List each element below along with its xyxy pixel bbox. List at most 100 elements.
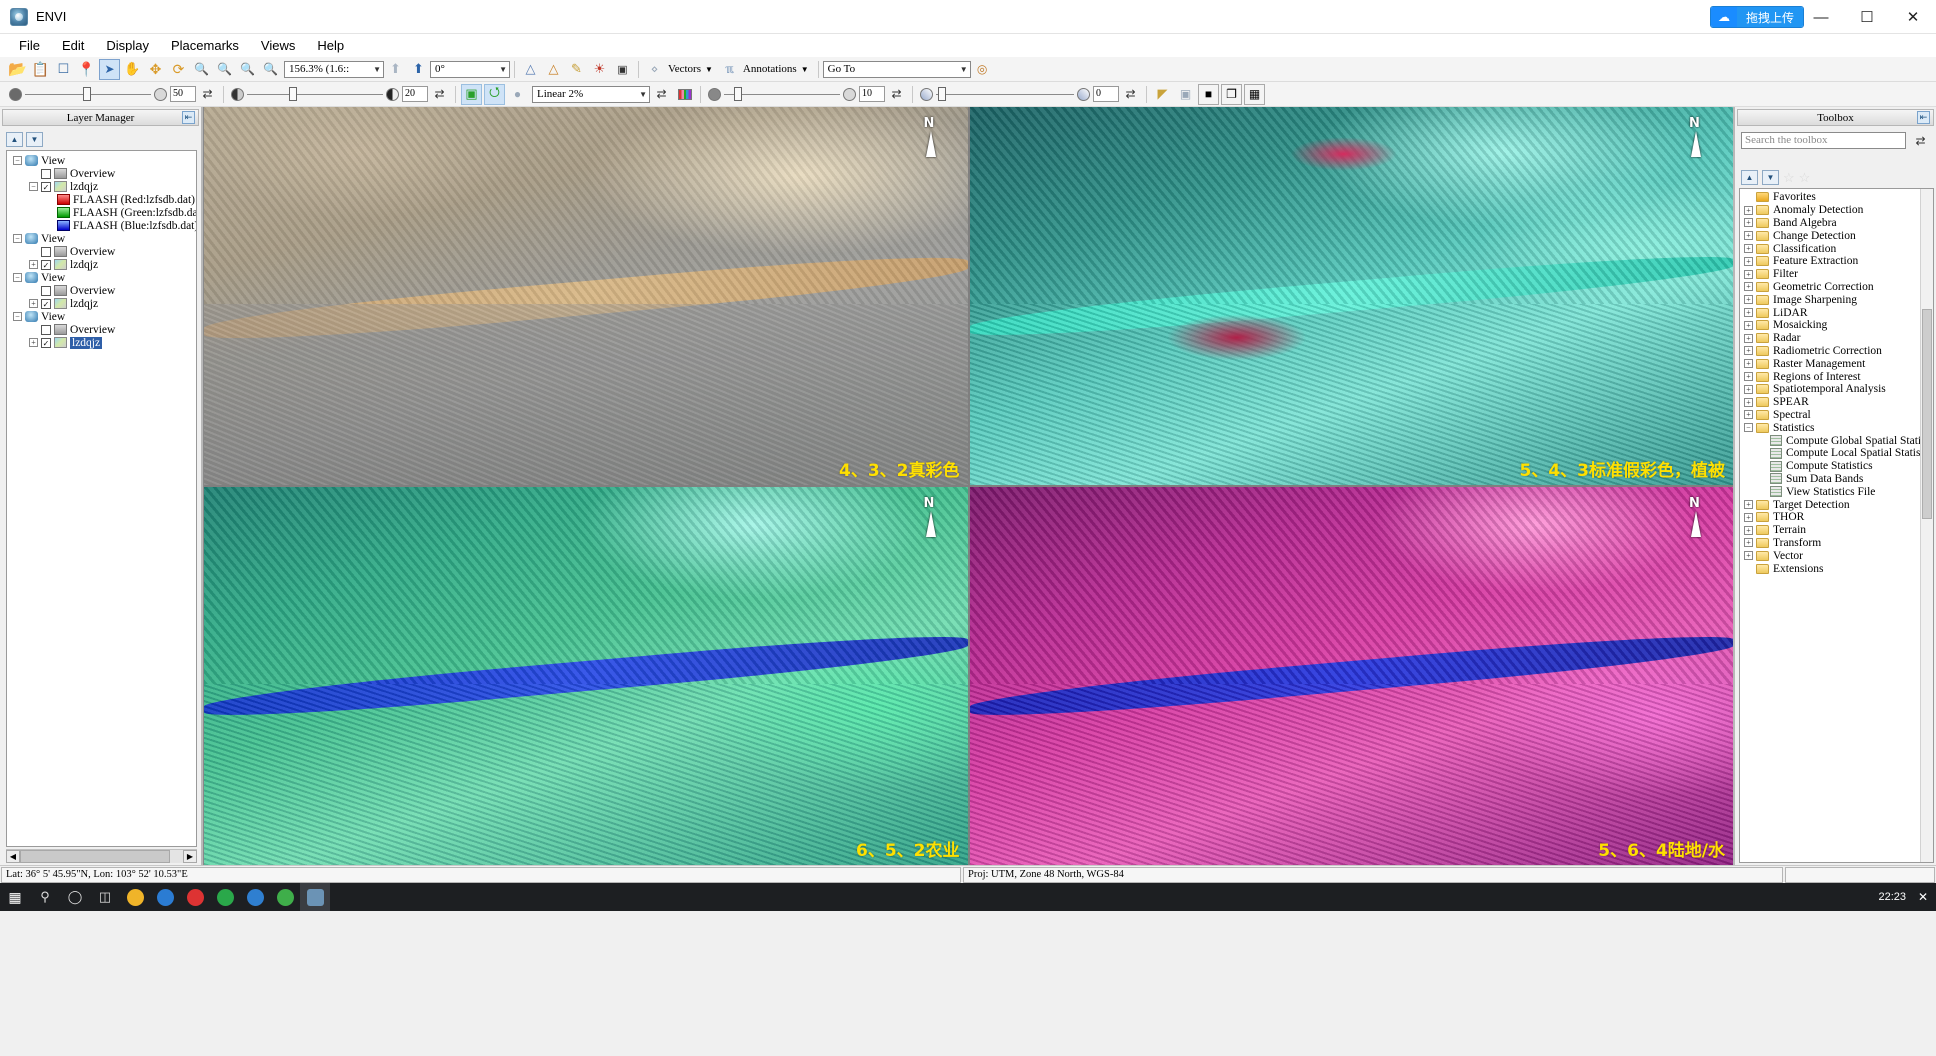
viewport-true-color[interactable]: N 4、3、2真彩色 [204, 107, 968, 485]
toolbox-folder-row[interactable]: + Image Sharpening [1740, 293, 1933, 306]
layer-visibility-checkbox[interactable] [41, 285, 51, 296]
expand-icon[interactable]: + [1744, 231, 1753, 241]
expand-icon[interactable]: + [1744, 308, 1753, 318]
toolbox-tool-row[interactable]: Compute Statistics [1740, 460, 1933, 473]
collapse-icon[interactable]: − [1744, 423, 1753, 433]
layer-tree-row[interactable]: − View [7, 310, 196, 323]
goto-combo[interactable]: Go To ▼ [822, 60, 971, 78]
layer-tree-row[interactable]: Overview [7, 284, 196, 297]
chrome-icon[interactable] [270, 883, 300, 911]
chevron-down-icon[interactable]: ▼ [703, 65, 718, 74]
layer-tree-row[interactable]: + ✓ lzdqjz [7, 297, 196, 310]
layer-visibility-checkbox[interactable] [41, 324, 51, 335]
pin-panel-icon[interactable]: ⇤ [1917, 111, 1930, 124]
scroll-right-icon[interactable]: ▶ [183, 850, 197, 863]
layer-tree-row[interactable]: − ✓ lzdqjz [7, 180, 196, 193]
search-icon[interactable]: ⚲ [30, 883, 60, 911]
menu-edit[interactable]: Edit [51, 35, 95, 56]
menu-placemarks[interactable]: Placemarks [160, 35, 250, 56]
browser-icon[interactable] [240, 883, 270, 911]
remove-favorite-icon[interactable]: ☆ [1799, 170, 1811, 186]
open-file-icon[interactable]: 📂 [7, 59, 28, 80]
contrast-slider[interactable] [724, 86, 840, 101]
toolbox-folder-row[interactable]: Extensions [1740, 562, 1933, 575]
toolbox-folder-row[interactable]: − Statistics [1740, 421, 1933, 434]
minimize-button[interactable]: — [1798, 0, 1844, 34]
layer-tree-row[interactable]: Overview [7, 323, 196, 336]
upload-badge[interactable]: ☁ 拖拽上传 [1709, 6, 1804, 28]
snapshot-up-icon[interactable]: ⬆ [385, 59, 406, 80]
view-single-icon[interactable]: ■ [1198, 83, 1219, 105]
contrast-value[interactable]: 10 [859, 86, 885, 102]
layer-tree-row[interactable]: + ✓ lzdqjz [7, 258, 196, 271]
multi-spectral-profile-icon[interactable]: △ [543, 59, 564, 80]
rotate-green-icon[interactable]: ⭯ [484, 83, 505, 105]
zoom-level-combo[interactable]: 156.3% (1.6:: ▼ [284, 60, 384, 78]
toolbox-folder-row[interactable]: + Change Detection [1740, 229, 1933, 242]
fly-navigate-icon[interactable]: ✥ [145, 59, 166, 80]
toolbox-folder-row[interactable]: + Target Detection [1740, 498, 1933, 511]
move-down-icon[interactable]: ▼ [26, 131, 43, 147]
expand-icon[interactable]: + [1744, 359, 1753, 369]
toolbox-folder-row[interactable]: + Vector [1740, 549, 1933, 562]
crop-image-icon[interactable]: ☐ [53, 59, 74, 80]
brightness-slider[interactable] [247, 86, 383, 101]
stretch-refresh-icon[interactable]: ⇄ [651, 84, 672, 105]
ruler-icon[interactable]: ◤ [1152, 84, 1173, 105]
toolbox-folder-row[interactable]: + Anomaly Detection [1740, 204, 1933, 217]
toolbox-folder-row[interactable]: + Filter [1740, 268, 1933, 281]
toolbox-folder-row[interactable]: + Transform [1740, 537, 1933, 550]
expand-icon[interactable]: + [1744, 282, 1753, 292]
toolbox-folder-row[interactable]: + LiDAR [1740, 306, 1933, 319]
sharpen-value[interactable]: 0 [1093, 86, 1119, 102]
close-button[interactable]: ✕ [1890, 0, 1936, 34]
collapse-icon[interactable]: − [13, 234, 22, 243]
toolbox-folder-row[interactable]: + SPEAR [1740, 396, 1933, 409]
select-pointer-icon[interactable]: ➤ [99, 58, 120, 80]
expand-icon[interactable]: + [1744, 256, 1753, 266]
layer-tree-row[interactable]: + ✓ lzdqjz [7, 336, 196, 349]
layer-visibility-checkbox[interactable]: ✓ [41, 337, 51, 348]
expand-icon[interactable]: + [29, 299, 38, 308]
toolbox-tool-row[interactable]: Compute Local Spatial Statis [1740, 447, 1933, 460]
layer-tree-row[interactable]: − View [7, 232, 196, 245]
expand-icon[interactable]: + [1744, 244, 1753, 254]
search-input[interactable]: Search the toolbox [1741, 132, 1906, 149]
toolbox-folder-row[interactable]: + Terrain [1740, 524, 1933, 537]
add-favorite-icon[interactable]: ☆ [1783, 170, 1795, 186]
brightness-value[interactable]: 20 [402, 86, 428, 102]
move-up-icon[interactable]: ▲ [6, 131, 23, 147]
layer-visibility-checkbox[interactable] [41, 246, 51, 257]
close-icon[interactable]: ✕ [1918, 890, 1928, 904]
menu-display[interactable]: Display [95, 35, 160, 56]
view-grid-icon[interactable]: ▦ [1244, 83, 1265, 105]
expand-icon[interactable]: + [1744, 512, 1753, 522]
zoom-out-icon[interactable]: 🔍 [237, 59, 258, 80]
viewport-land-water[interactable]: N 5、6、4陆地/水 [969, 487, 1733, 865]
vectors-icon[interactable]: ⋄ [644, 59, 665, 80]
menu-help[interactable]: Help [306, 35, 355, 56]
toolbox-folder-row[interactable]: + Regions of Interest [1740, 370, 1933, 383]
chevron-down-icon[interactable]: ▼ [799, 65, 814, 74]
toolbox-folder-row[interactable]: Favorites [1740, 191, 1933, 204]
toolbox-folder-row[interactable]: + Radar [1740, 332, 1933, 345]
contrast-reset-icon[interactable]: ⇄ [886, 84, 907, 105]
toolbox-folder-row[interactable]: + Mosaicking [1740, 319, 1933, 332]
start-button[interactable]: ▦ [0, 883, 30, 911]
pan-hand-icon[interactable]: ✋ [122, 59, 143, 80]
toolbox-folder-row[interactable]: + Classification [1740, 242, 1933, 255]
transparency-slider[interactable] [25, 86, 151, 101]
move-down-icon[interactable]: ▼ [1762, 170, 1779, 185]
transparency-value[interactable]: 50 [170, 86, 196, 102]
portal-icon[interactable]: ▣ [1175, 84, 1196, 105]
roi-tool-icon[interactable]: ☀ [589, 59, 610, 80]
collapse-icon[interactable]: − [13, 156, 22, 165]
expand-icon[interactable]: + [1744, 295, 1753, 305]
layer-tree-row[interactable]: − View [7, 271, 196, 284]
move-up-icon[interactable]: ▲ [1741, 170, 1758, 185]
menu-views[interactable]: Views [250, 35, 306, 56]
expand-icon[interactable]: + [1744, 205, 1753, 215]
layer-tree-row[interactable]: − View [7, 154, 196, 167]
expand-icon[interactable]: + [1744, 397, 1753, 407]
toolbox-folder-row[interactable]: + THOR [1740, 511, 1933, 524]
